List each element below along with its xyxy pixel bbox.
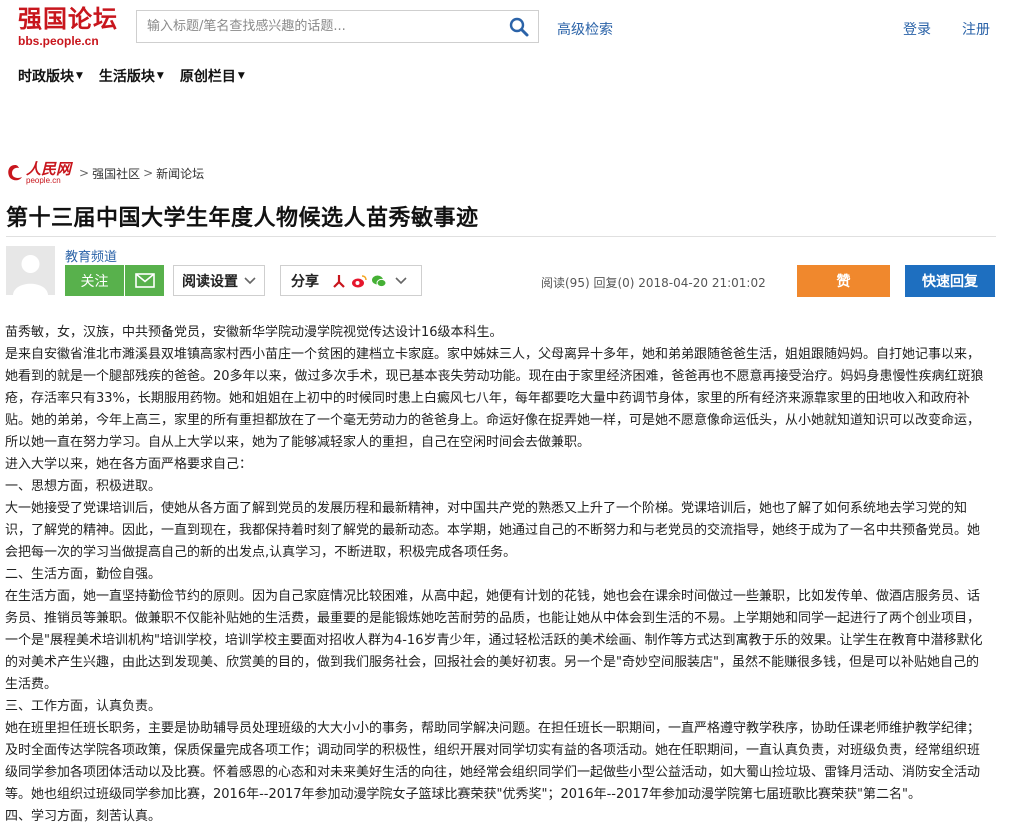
avatar-icon	[6, 246, 55, 295]
mail-icon	[134, 273, 155, 288]
share-menu[interactable]: 分享	[280, 265, 422, 296]
people-daily-logo[interactable]: 人民网 people.cn	[26, 161, 71, 185]
article-paragraph: 四、学习方面，刻苦认真。	[5, 809, 162, 824]
nav-item-label: 时政版块	[18, 69, 74, 85]
search-icon[interactable]	[508, 16, 530, 38]
register-link[interactable]: 注册	[962, 19, 990, 39]
site-logo-url: bbs.people.cn	[18, 34, 99, 48]
breadcrumb-separator: >	[79, 166, 90, 180]
search-input[interactable]	[137, 11, 487, 42]
chevron-down-icon	[244, 276, 256, 284]
article-paragraph: 大一她接受了党课培训后，使她从各方面了解到党员的发展历程和最新精神，对中国共产党…	[5, 501, 981, 560]
article-paragraph: 一、思想方面，积极进取。	[5, 479, 162, 494]
article-paragraph: 她在班里担任班长职务，主要是协助辅导员处理班级的大大小小的事务，帮助同学解决问题…	[5, 721, 981, 802]
article-paragraph: 三、工作方面，认真负责。	[5, 699, 162, 714]
nav-item-label: 生活版块	[98, 69, 155, 85]
people-daily-logo-text: 人民网	[26, 160, 72, 178]
share-label: 分享	[291, 273, 319, 290]
title-divider	[6, 236, 996, 237]
nav-item-life[interactable]: 生活版块 ▼	[99, 66, 164, 86]
breadcrumb-item-news-forum[interactable]: 新闻论坛	[156, 165, 204, 182]
nav-item-original[interactable]: 原创栏目 ▼	[180, 66, 245, 86]
site-logo-title: 强国论坛	[18, 5, 118, 33]
article-paragraph: 苗秀敏，女，汉族，中共预备党员，安徽新华学院动漫学院视觉传达设计16级本科生。	[5, 325, 503, 340]
wechat-icon[interactable]	[371, 273, 387, 289]
article-paragraph: 在生活方面，她一直坚持勤俭节约的原则。因为自己家庭情况比较困难，从高中起，她便有…	[5, 589, 983, 692]
page-title: 第十三届中国大学生年度人物候选人苗秀敏事迹	[6, 206, 479, 231]
quick-reply-button[interactable]: 快速回复	[905, 265, 995, 297]
advanced-search-link[interactable]: 高级检索	[557, 19, 613, 39]
chevron-down-icon	[395, 276, 407, 284]
message-button[interactable]	[125, 265, 164, 296]
people-daily-logo-url: people.cn	[26, 176, 61, 185]
article-paragraph: 是来自安徽省淮北市濉溪县双堆镇高家村西小苗庄一个贫困的建档立卡家庭。家中姊妹三人…	[5, 347, 984, 450]
avatar[interactable]	[6, 246, 55, 295]
article-paragraph: 二、生活方面，勤俭自强。	[5, 567, 162, 582]
weibo-icon[interactable]	[351, 273, 367, 289]
people-share-icon[interactable]	[331, 272, 347, 289]
breadcrumb: 人民网 people.cn > 强国社区 > 新闻论坛	[6, 160, 204, 186]
article-paragraph: 进入大学以来，她在各方面严格要求自己：	[5, 457, 253, 472]
top-header: 强国论坛 bbs.people.cn 高级检索 登录 注册	[0, 0, 1027, 58]
main-nav: 时政版块 ▼ 生活版块 ▼ 原创栏目 ▼	[18, 66, 261, 86]
breadcrumb-separator: >	[143, 166, 154, 180]
chevron-down-icon: ▼	[237, 71, 245, 81]
chevron-down-icon: ▼	[76, 71, 83, 81]
search-box	[136, 10, 539, 43]
read-settings-label: 阅读设置	[182, 273, 238, 290]
people-icon	[8, 165, 22, 181]
article-body: 苗秀敏，女，汉族，中共预备党员，安徽新华学院动漫学院视觉传达设计16级本科生。 …	[5, 322, 991, 828]
read-settings-dropdown[interactable]: 阅读设置	[173, 265, 265, 296]
post-stats: 阅读(95) 回复(0) 2018-04-20 21:01:02	[541, 276, 766, 290]
follow-button[interactable]: 关注	[65, 265, 124, 296]
breadcrumb-item-community[interactable]: 强国社区	[92, 165, 140, 182]
nav-item-politics[interactable]: 时政版块 ▼	[18, 66, 83, 86]
site-logo[interactable]: 强国论坛 bbs.people.cn	[18, 4, 130, 52]
chevron-down-icon: ▼	[156, 71, 164, 81]
nav-item-label: 原创栏目	[179, 69, 236, 85]
like-button[interactable]: 赞	[797, 265, 890, 297]
login-link[interactable]: 登录	[903, 19, 931, 39]
channel-link[interactable]: 教育频道	[65, 246, 117, 265]
